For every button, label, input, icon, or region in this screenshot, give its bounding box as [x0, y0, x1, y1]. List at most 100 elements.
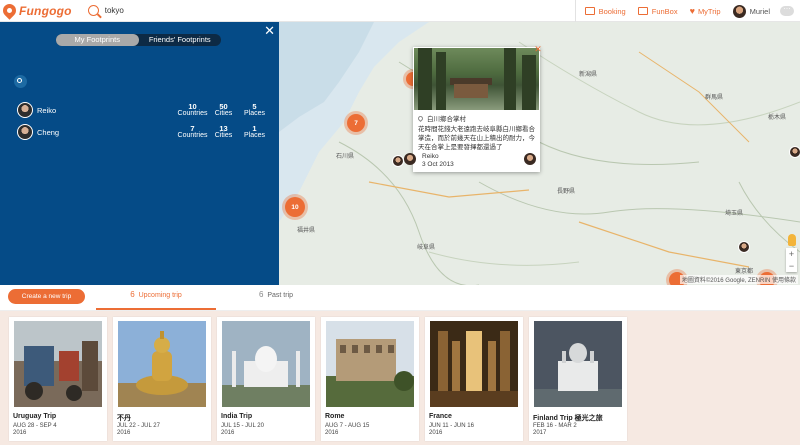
nav-mytrip[interactable]: ♥ MyTrip — [690, 6, 721, 16]
trip-title: Rome — [325, 413, 345, 420]
trip-cards: Uruguay Trip AUG 28 - SEP 4 2016 不丹 JUL … — [9, 317, 633, 441]
nav-booking[interactable]: Booking — [584, 6, 626, 16]
nav-funbox[interactable]: FunBox — [637, 6, 678, 16]
search-bar — [87, 0, 225, 22]
logo[interactable]: Fungogo — [0, 1, 72, 20]
map-cluster-marker[interactable]: 10 — [285, 197, 305, 217]
tab-friends-footprints[interactable]: Friends' Footprints — [139, 34, 222, 46]
friend-places-value: 5 — [252, 101, 257, 111]
user-name[interactable]: Muriel — [750, 7, 770, 16]
zoom-in-button[interactable]: + — [786, 248, 797, 260]
map-label: 岐阜県 — [417, 245, 436, 251]
user-avatar[interactable] — [732, 4, 746, 18]
nav-funbox-label: FunBox — [651, 6, 678, 16]
trip-dates: JUL 15 - JUL 20 — [221, 423, 264, 429]
panel-close-button[interactable]: ✕ — [264, 24, 275, 37]
nav-mytrip-label: MyTrip — [697, 6, 721, 16]
map-label: 埼玉県 — [725, 211, 744, 217]
popup-description: 花時間花錢大老遠跑去岐阜縣白川鄉看合掌造，而於前幾天在山上積出的耐力，今天在合掌… — [418, 126, 535, 151]
search-input[interactable] — [104, 6, 225, 15]
friend-places-value: 1 — [252, 123, 257, 133]
map-label: 福井県 — [297, 228, 316, 234]
map-label: 石川県 — [336, 154, 355, 160]
search-icon — [17, 78, 22, 83]
friend-search-button[interactable] — [14, 75, 27, 88]
logo-pin-icon — [0, 1, 19, 20]
cities-label: Cities — [214, 132, 233, 139]
popup-author: Reiko — [422, 153, 439, 160]
tab-my-footprints[interactable]: My Footprints — [56, 34, 139, 46]
trip-photo — [534, 321, 622, 407]
trip-card[interactable]: France JUN 11 - JUN 16 2016 — [425, 317, 523, 441]
upcoming-label: Upcoming trip — [138, 292, 182, 299]
map-label: 長野県 — [557, 189, 576, 195]
trip-card[interactable]: Rome AUG 7 - AUG 15 2016 — [321, 317, 419, 441]
footprints-panel: My Footprints Friends' Footprints ✕ Reik… — [0, 22, 279, 285]
places-label: Places — [243, 132, 265, 139]
trip-year: 2017 — [533, 430, 547, 436]
trip-bar: Create a new trip 6 Upcoming trip 6 Past… — [0, 285, 800, 311]
friend-countries: 10 Countries — [177, 101, 208, 118]
trip-title: Finland Trip 極光之旅 — [533, 415, 603, 422]
popup-place: 白川鄉合掌村 — [416, 113, 466, 123]
trip-year: 2016 — [429, 430, 443, 436]
map-avatar-marker[interactable] — [392, 155, 404, 167]
search-icon[interactable] — [87, 5, 99, 16]
friend-cities-value: 13 — [219, 123, 228, 133]
tab-upcoming-trips[interactable]: 6 Upcoming trip — [96, 290, 216, 310]
cities-label: Cities — [214, 110, 233, 117]
trip-card[interactable]: India Trip JUL 15 - JUL 20 2016 — [217, 317, 315, 441]
trip-title: 不丹 — [117, 415, 131, 422]
chat-icon[interactable] — [780, 2, 794, 16]
street-view-pegman-icon[interactable] — [788, 234, 796, 246]
trip-photo — [118, 321, 206, 407]
friend-places: 1 Places — [239, 123, 270, 140]
nav-divider — [574, 0, 576, 22]
calendar-icon — [584, 7, 595, 15]
trip-card[interactable]: 不丹 JUL 22 - JUL 27 2016 — [113, 317, 211, 441]
footprint-popup[interactable]: ✕ 白川鄉合掌村 花時間花錢大老遠跑去岐阜縣白川鄉看合掌造，而於前幾天在山上積出… — [404, 44, 543, 172]
nav-booking-label: Booking — [598, 6, 626, 16]
countries-label: Countries — [177, 132, 208, 139]
top-nav: Booking FunBox ♥ MyTrip Muriel — [574, 0, 800, 22]
trip-title: India Trip — [221, 413, 253, 420]
countries-label: Countries — [177, 110, 208, 117]
trip-card[interactable]: Finland Trip 極光之旅 FEB 16 - MAR 2 2017 — [529, 317, 627, 441]
map-avatar-marker[interactable] — [738, 241, 750, 253]
friend-cities-value: 50 — [219, 101, 228, 111]
logo-text: Fungogo — [19, 3, 72, 18]
map-avatar-marker[interactable] — [789, 146, 800, 158]
trip-card[interactable]: Uruguay Trip AUG 28 - SEP 4 2016 — [9, 317, 107, 441]
friend-countries-value: 10 — [188, 101, 197, 111]
footprint-photo — [414, 48, 539, 110]
popup-author-avatar — [404, 153, 416, 165]
popup-close-button[interactable]: ✕ — [533, 44, 543, 54]
friend-row[interactable]: Cheng 7 Countries 13 Cities 1 Places — [17, 123, 279, 141]
trip-photo — [326, 321, 414, 407]
popup-place-name: 白川鄉合掌村 — [427, 116, 466, 123]
popup-date: 3 Oct 2013 — [422, 161, 454, 168]
trip-dates: AUG 28 - SEP 4 — [13, 423, 57, 429]
top-bar: Fungogo Booking FunBox ♥ MyTrip Muriel — [0, 0, 800, 22]
friend-row[interactable]: Reiko 10 Countries 50 Cities 5 Places — [17, 101, 279, 119]
trip-dates: FEB 16 - MAR 2 — [533, 423, 577, 429]
trip-year: 2016 — [117, 430, 131, 436]
places-label: Places — [243, 110, 265, 117]
create-trip-button[interactable]: Create a new trip — [8, 289, 85, 304]
trip-dates: JUN 11 - JUN 16 — [429, 423, 474, 429]
map-zoom-control[interactable]: + − — [786, 248, 797, 272]
friend-name: Reiko — [37, 105, 57, 115]
map-cluster-marker[interactable]: 7 — [347, 114, 365, 132]
friend-countries-value: 7 — [190, 123, 195, 133]
box-icon — [637, 7, 648, 15]
tab-past-trips[interactable]: 6 Past trip — [216, 290, 336, 310]
map-label: 栃木県 — [768, 115, 787, 121]
zoom-out-button[interactable]: − — [786, 260, 797, 272]
popup-footer: Reiko 3 Oct 2013 — [404, 153, 536, 169]
friend-avatar — [17, 124, 33, 140]
friend-places: 5 Places — [239, 101, 270, 118]
friend-cities: 50 Cities — [208, 101, 239, 118]
trip-dates: AUG 7 - AUG 15 — [325, 423, 370, 429]
footprints-toggle: My Footprints Friends' Footprints — [56, 34, 221, 46]
upcoming-count: 6 — [130, 290, 135, 299]
